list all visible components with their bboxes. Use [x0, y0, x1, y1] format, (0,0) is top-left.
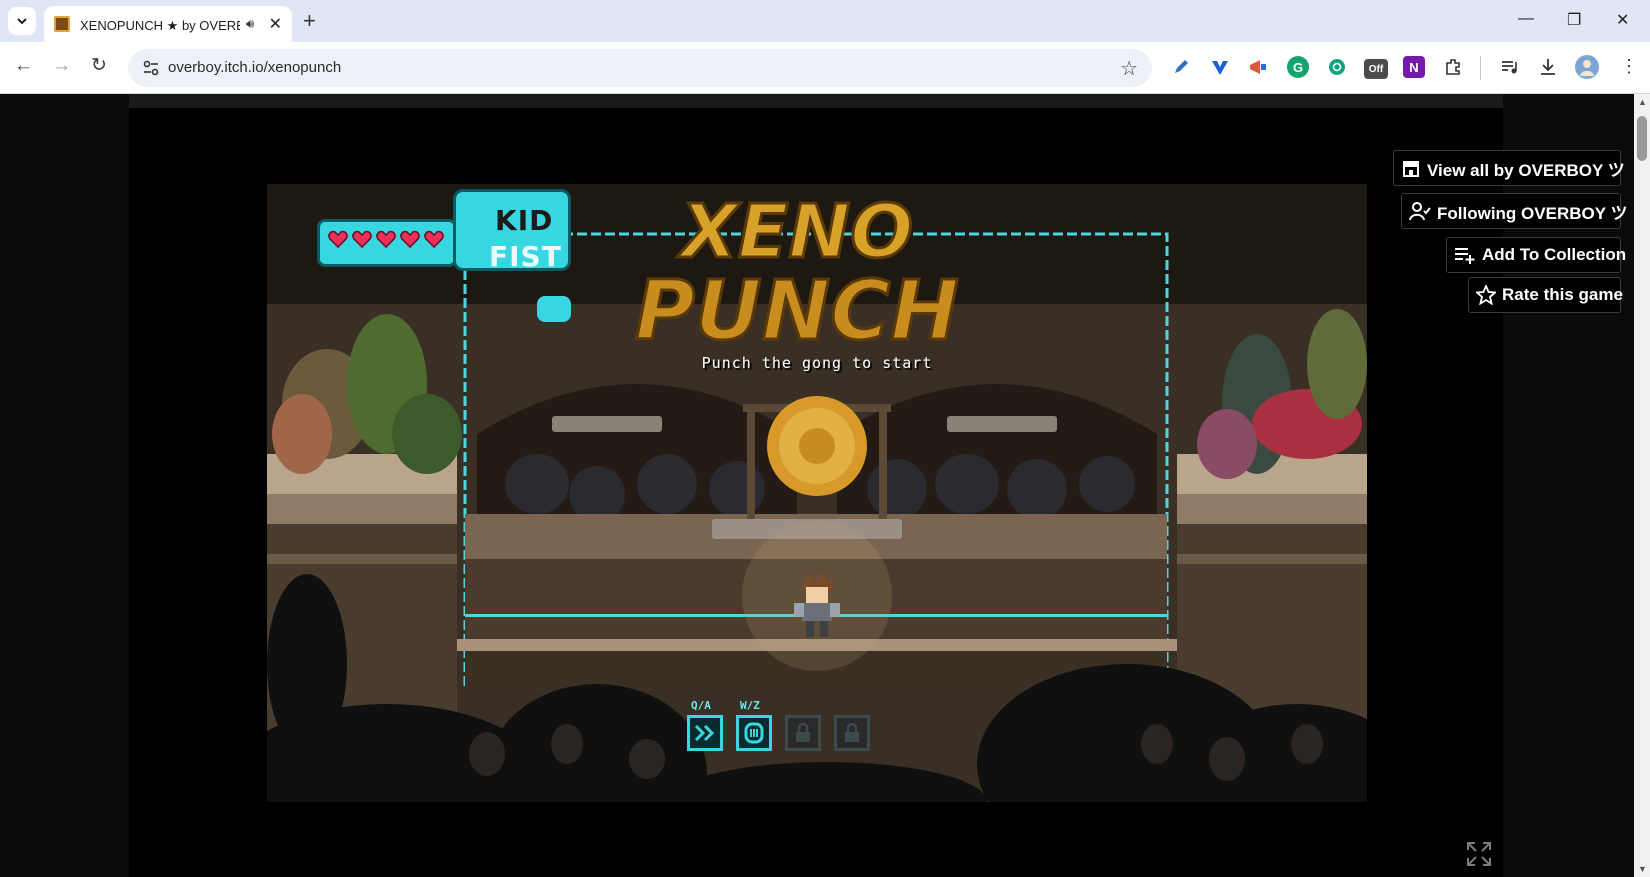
ability-key-label: Q/A	[691, 699, 711, 712]
browser-toolbar: ← → ↻ overboy.itch.io/xenopunch ☆ G Off …	[0, 42, 1650, 94]
bookmark-star-icon[interactable]: ☆	[1120, 56, 1138, 81]
extensions-puzzle-icon[interactable]	[1442, 56, 1464, 78]
star-icon	[1476, 285, 1496, 305]
page-viewport: XENO PUNCH KID FIST Punch the gong to st…	[0, 94, 1634, 877]
back-button[interactable]: ←	[14, 56, 33, 76]
tab-close-button[interactable]: ✕	[269, 14, 282, 34]
following-label: Following OVERBOY ツ	[1437, 203, 1628, 223]
minimize-button[interactable]: —	[1518, 10, 1534, 28]
user-check-icon	[1409, 202, 1431, 221]
megaphone-extension-icon[interactable]	[1248, 56, 1270, 78]
embed-top-bar	[129, 94, 1503, 108]
start-prompt: Punch the gong to start	[701, 354, 933, 372]
lock-icon	[785, 715, 821, 751]
heart-icon	[328, 230, 348, 248]
restore-button[interactable]: ❐	[1567, 10, 1581, 30]
media-controls-icon[interactable]	[1498, 56, 1520, 78]
site-settings-icon[interactable]	[142, 59, 160, 77]
ability-slot	[785, 699, 825, 757]
tab-search-button[interactable]	[8, 7, 36, 35]
ability-bar: Q/A W/Z	[687, 699, 947, 759]
scroll-down-arrow-icon[interactable]: ▼	[1638, 864, 1647, 874]
view-all-label: View all by OVERBOY ツ	[1427, 160, 1625, 180]
character-name-bottom: FIST	[489, 240, 562, 273]
view-all-by-creator-button[interactable]: View all by OVERBOY ツ	[1393, 150, 1625, 186]
pen-extension-icon[interactable]	[1170, 56, 1192, 78]
hearts-row	[328, 230, 444, 248]
forward-button[interactable]: →	[52, 56, 71, 76]
storefront-icon	[1403, 161, 1419, 177]
extension-off-badge: Off	[1368, 63, 1384, 75]
extension-off-icon[interactable]: Off	[1364, 59, 1388, 79]
ability-slot: W/Z	[736, 699, 776, 757]
browser-tab-active[interactable]: XENOPUNCH ★ by OVERBOY ツ 🔊︎ ✕	[44, 6, 292, 42]
download-icon[interactable]	[1537, 56, 1559, 78]
add-to-collection-label: Add To Collection	[1482, 245, 1627, 264]
health-bar	[317, 219, 457, 267]
tab-favicon-icon	[54, 16, 70, 32]
ability-slot: Q/A	[687, 699, 727, 757]
ability-slot	[834, 699, 874, 757]
character-name-top: KID	[495, 204, 554, 237]
chatgpt-extension-icon[interactable]	[1326, 56, 1348, 78]
expand-icon	[1467, 842, 1491, 866]
new-tab-button[interactable]: +	[303, 9, 316, 33]
v-extension-icon[interactable]	[1209, 56, 1231, 78]
reload-button[interactable]: ↻	[91, 56, 107, 76]
tab-title: XENOPUNCH ★ by OVERBOY ツ	[80, 17, 240, 33]
rate-game-button[interactable]: Rate this game	[1468, 277, 1623, 313]
player-character	[794, 571, 840, 637]
game-title-logo: XENO PUNCH	[633, 189, 960, 361]
game-embed-column: XENO PUNCH KID FIST Punch the gong to st…	[129, 94, 1503, 877]
shield-icon	[736, 715, 772, 751]
following-creator-button[interactable]: Following OVERBOY ツ	[1401, 193, 1627, 229]
chevron-down-icon	[17, 18, 27, 25]
lock-icon	[834, 715, 870, 751]
scroll-up-arrow-icon[interactable]: ▲	[1638, 97, 1647, 107]
onenote-extension-icon[interactable]: N	[1403, 56, 1425, 78]
fullscreen-button[interactable]	[1464, 839, 1494, 869]
heart-icon	[352, 230, 372, 248]
game-canvas[interactable]: XENO PUNCH KID FIST Punch the gong to st…	[267, 184, 1367, 802]
ability-key-label: W/Z	[740, 699, 760, 712]
toolbar-divider	[1480, 56, 1481, 80]
title-line-2: PUNCH	[635, 264, 959, 359]
grammarly-extension-icon[interactable]: G	[1287, 56, 1309, 78]
playlist-add-icon	[1455, 248, 1475, 264]
page-scrollbar[interactable]: ▲ ▼	[1634, 94, 1650, 877]
speaker-icon[interactable]: 🔊︎	[246, 16, 254, 32]
dash-icon	[687, 715, 723, 751]
badge-bubble	[537, 296, 571, 322]
url-text[interactable]: overboy.itch.io/xenopunch	[168, 59, 341, 76]
browser-menu-icon[interactable]: ⋮	[1620, 56, 1638, 76]
address-bar[interactable]: overboy.itch.io/xenopunch ☆	[128, 49, 1152, 87]
title-line-1: XENO	[677, 189, 913, 275]
rate-label: Rate this game	[1502, 285, 1623, 304]
heart-icon	[424, 230, 444, 248]
add-to-collection-button[interactable]: Add To Collection	[1446, 237, 1626, 273]
profile-avatar[interactable]	[1575, 55, 1599, 79]
heart-icon	[376, 230, 396, 248]
browser-tab-strip: XENOPUNCH ★ by OVERBOY ツ 🔊︎ ✕ + — ❐ ✕	[0, 0, 1650, 42]
window-close-button[interactable]: ✕	[1616, 10, 1629, 30]
scrollbar-thumb[interactable]	[1637, 116, 1647, 161]
heart-icon	[400, 230, 420, 248]
